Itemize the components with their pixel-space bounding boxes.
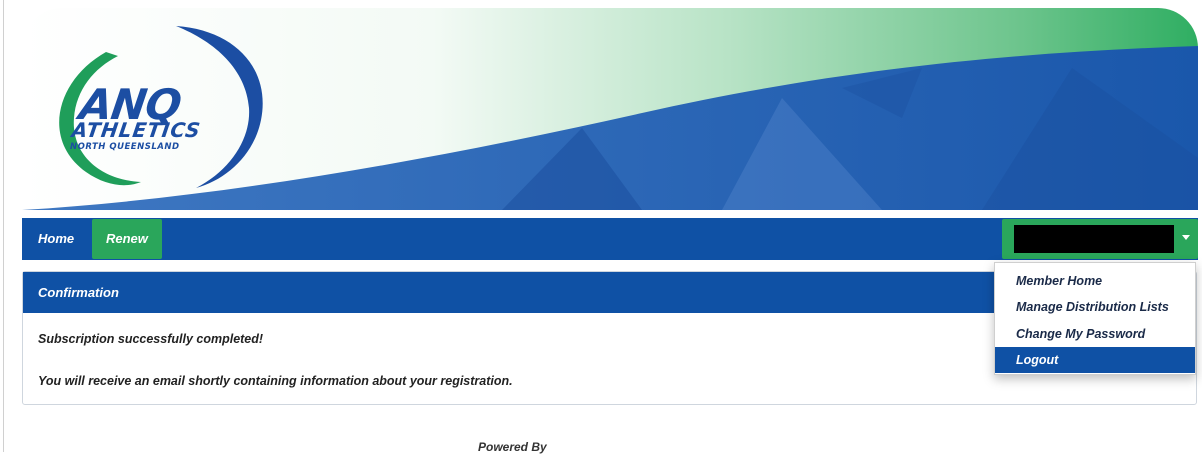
success-message: Subscription successfully completed! [38,332,264,346]
email-notice: You will receive an email shortly contai… [38,374,513,388]
caret-down-icon [1182,235,1190,240]
logo-athletics-text: ATHLETICS [70,118,203,142]
menu-item-manage-distribution-lists[interactable]: Manage Distribution Lists [995,294,1195,321]
user-dropdown-menu: Member Home Manage Distribution Lists Ch… [994,262,1196,375]
menu-item-logout[interactable]: Logout [995,347,1195,373]
user-menu-toggle[interactable] [1002,219,1198,259]
menu-item-member-home[interactable]: Member Home [995,268,1195,295]
page-left-border [0,0,4,452]
top-navbar: Home Renew [22,218,1198,260]
menu-item-change-password[interactable]: Change My Password [995,321,1195,348]
redacted-user-name [1014,225,1174,253]
nav-renew-link[interactable]: Renew [92,219,162,259]
anq-logo: ANQ ATHLETICS NORTH QUEENSLAND [46,20,276,190]
nav-home-link[interactable]: Home [24,218,88,260]
logo-region-text: NORTH QUEENSLAND [70,142,180,152]
